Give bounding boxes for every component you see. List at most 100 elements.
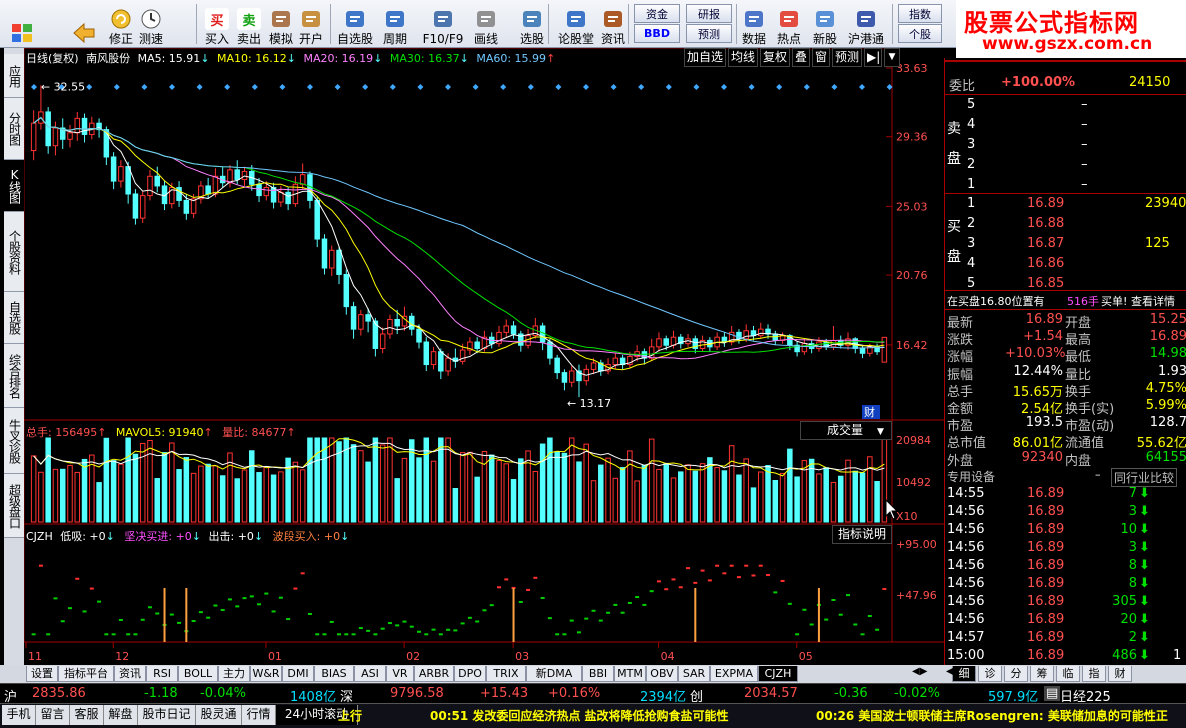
toolbar-button-10[interactable]: F10/F9 (422, 2, 464, 46)
chart-header-button-3[interactable]: 叠 (792, 48, 810, 67)
kline-chart-svg[interactable]: 33.63 29.36 25.03 20.76 16.42 ← 32.55 ← 13.17 财… (23, 47, 944, 665)
status-tab-0[interactable]: 手机 (2, 705, 36, 725)
toolbar-button-0[interactable] (4, 2, 40, 46)
indicator-tab-14[interactable]: 新DMA (526, 666, 582, 682)
panel-tab-2[interactable]: 分 (1004, 666, 1028, 682)
indicator-dot (831, 599, 836, 601)
status-tab-2[interactable]: 客服 (70, 705, 104, 725)
toolbar-button-1[interactable] (66, 2, 102, 46)
panel-tab-1[interactable]: 诊 (978, 666, 1002, 682)
toolbar-button-13[interactable]: 论股堂 (556, 2, 596, 46)
tick-collapse-icon[interactable]: – (1095, 468, 1101, 481)
indicator-tab-16[interactable]: MTM (614, 666, 646, 682)
toolbar-button-8[interactable]: 自选股 (336, 2, 374, 46)
chart-header-button-0[interactable]: 加自选 (684, 48, 726, 67)
panel-tabs-scroll-icon[interactable]: ◀ (946, 666, 954, 677)
toolbar-button-6[interactable]: 模拟 (266, 2, 296, 46)
toolbar-button-3[interactable]: 测速 (136, 2, 166, 46)
volume-selector[interactable]: 成交量 ▼ (800, 421, 892, 440)
toolbar-button-14[interactable]: 资讯 (598, 2, 628, 46)
status-tab-4[interactable]: 股市日记 (138, 705, 196, 725)
chart-header-button-1[interactable]: 均线 (728, 48, 758, 67)
signal-diamond (307, 84, 313, 90)
small-button-0[interactable]: 资金 (634, 4, 680, 23)
chart-header-button-5[interactable]: 预测 (832, 48, 862, 67)
news-ticker-1[interactable]: 00:51 发改委回应经济热点 盐改将降低抢购食盐可能性 (430, 707, 729, 724)
indicator-dot (736, 576, 741, 579)
small-button-5[interactable]: 个股 (898, 24, 942, 43)
kline-chart-area[interactable]: 33.63 29.36 25.03 20.76 16.42 ← 32.55 ← 13.17 财… (23, 47, 944, 665)
left-tab-4[interactable]: 自选股 (4, 292, 24, 344)
left-tab-5[interactable]: 综合排名 (4, 344, 24, 408)
small-button-2[interactable]: BBD (634, 24, 680, 43)
indicator-dot (60, 620, 65, 623)
indicator-dot (686, 567, 691, 570)
chart-header-button-6[interactable]: ▶| (864, 48, 882, 67)
toolbar-button-7[interactable]: 开户 (296, 2, 326, 46)
toolbar-button-9[interactable]: 周期 (376, 2, 414, 46)
status-tab-5[interactable]: 股灵通 (196, 705, 242, 725)
indicator-tab-5[interactable]: 主力 (218, 666, 250, 682)
big-order-notice[interactable]: 在买盘16.80位置有 516手 买单! 查看详情 (945, 292, 1186, 310)
indicator-tab-1[interactable]: 指标平台 (58, 666, 114, 682)
indicator-tab-19[interactable]: EXPMA (710, 666, 758, 682)
panel-tab-5[interactable]: 指 (1082, 666, 1106, 682)
indicator-tab-8[interactable]: BIAS (314, 666, 354, 682)
toolbar-button-17[interactable]: 新股 (808, 2, 842, 46)
indicator-tab-2[interactable]: 资讯 (114, 666, 146, 682)
indicator-tab-12[interactable]: DPO (454, 666, 486, 682)
left-tab-6[interactable]: 牛叉诊股 (4, 408, 24, 474)
toolbar-button-16[interactable]: 热点 (774, 2, 804, 46)
toolbar-button-4[interactable]: 买买入 (202, 2, 232, 46)
left-tab-1[interactable]: 分时图 (4, 98, 24, 160)
small-button-4[interactable]: 指数 (898, 4, 942, 23)
indicator-tab-18[interactable]: SAR (678, 666, 710, 682)
panel-tab-3[interactable]: 筹 (1030, 666, 1054, 682)
news-ticker-2[interactable]: 00:26 美国波士顿联储主席Rosengren: 美联储加息的可能性正 (816, 707, 1186, 724)
indicator-tab-6[interactable]: W&R (250, 666, 282, 682)
volume-bar (510, 479, 517, 523)
indicator-tab-7[interactable]: DMI (282, 666, 314, 682)
indicator-tab-3[interactable]: RSI (146, 666, 178, 682)
small-button-1[interactable]: 研报 (686, 4, 732, 23)
small-button-3[interactable]: 预测 (686, 24, 732, 43)
indicator-tabs-scroll-icon[interactable]: ◀▶ (912, 666, 927, 677)
chart-header-button-4[interactable]: 窗 (812, 48, 830, 67)
header-menu-chevron-icon[interactable]: ▼ (884, 48, 900, 67)
hk-menu-icon[interactable]: ▤ (1044, 686, 1061, 701)
stat-row: 金额 2.54亿 换手(实) 5.99% (945, 397, 1186, 417)
panel-tab-0[interactable]: 细 (952, 666, 976, 682)
status-tab-3[interactable]: 解盘 (104, 705, 138, 725)
indicator-help-button[interactable]: 指标说明 (832, 525, 892, 544)
indicator-tab-17[interactable]: OBV (646, 666, 678, 682)
toolbar-button-2[interactable]: 修正 (106, 2, 136, 46)
toolbar-button-15[interactable]: 数据 (736, 2, 772, 46)
left-tab-3[interactable]: 个股资料 (4, 212, 24, 292)
sz-index[interactable]: 9796.58 (390, 686, 444, 701)
indicator-tab-10[interactable]: VR (386, 666, 414, 682)
toolbar-button-18[interactable]: 沪港通 (846, 2, 886, 46)
tick-price: 16.89 (1027, 576, 1065, 591)
indicator-tab-13[interactable]: TRIX (486, 666, 526, 682)
indicator-tab-15[interactable]: BBI (582, 666, 614, 682)
toolbar-button-5[interactable]: 卖卖出 (234, 2, 264, 46)
indicator-tab-9[interactable]: ASI (354, 666, 386, 682)
toolbar-button-11[interactable]: 画线 (466, 2, 506, 46)
status-tab-1[interactable]: 留言 (36, 705, 70, 725)
status-tab-6[interactable]: 行情 (242, 705, 276, 725)
cy-index[interactable]: 2034.57 (744, 686, 798, 701)
left-tab-7[interactable]: 超级盘口 (4, 474, 24, 538)
indicator-tab-4[interactable]: BOLL (178, 666, 218, 682)
left-tab-0[interactable]: 应用 (4, 54, 24, 98)
panel-tab-6[interactable]: 财 (1108, 666, 1132, 682)
notice-text-d[interactable]: 查看详情 (1131, 293, 1175, 309)
indicator-tab-11[interactable]: ARBR (414, 666, 454, 682)
panel-tab-4[interactable]: 临 (1056, 666, 1080, 682)
sh-index[interactable]: 2835.86 (32, 686, 86, 701)
stat-row: 最新 16.89 开盘 15.25 (945, 311, 1186, 331)
indicator-tab-20[interactable]: CJZH (758, 666, 798, 682)
left-tab-2[interactable]: K线图 (4, 160, 24, 212)
indicator-tab-0[interactable]: 设置 (26, 666, 58, 682)
chart-header-button-2[interactable]: 复权 (760, 48, 790, 67)
indicator-dot (526, 588, 531, 591)
